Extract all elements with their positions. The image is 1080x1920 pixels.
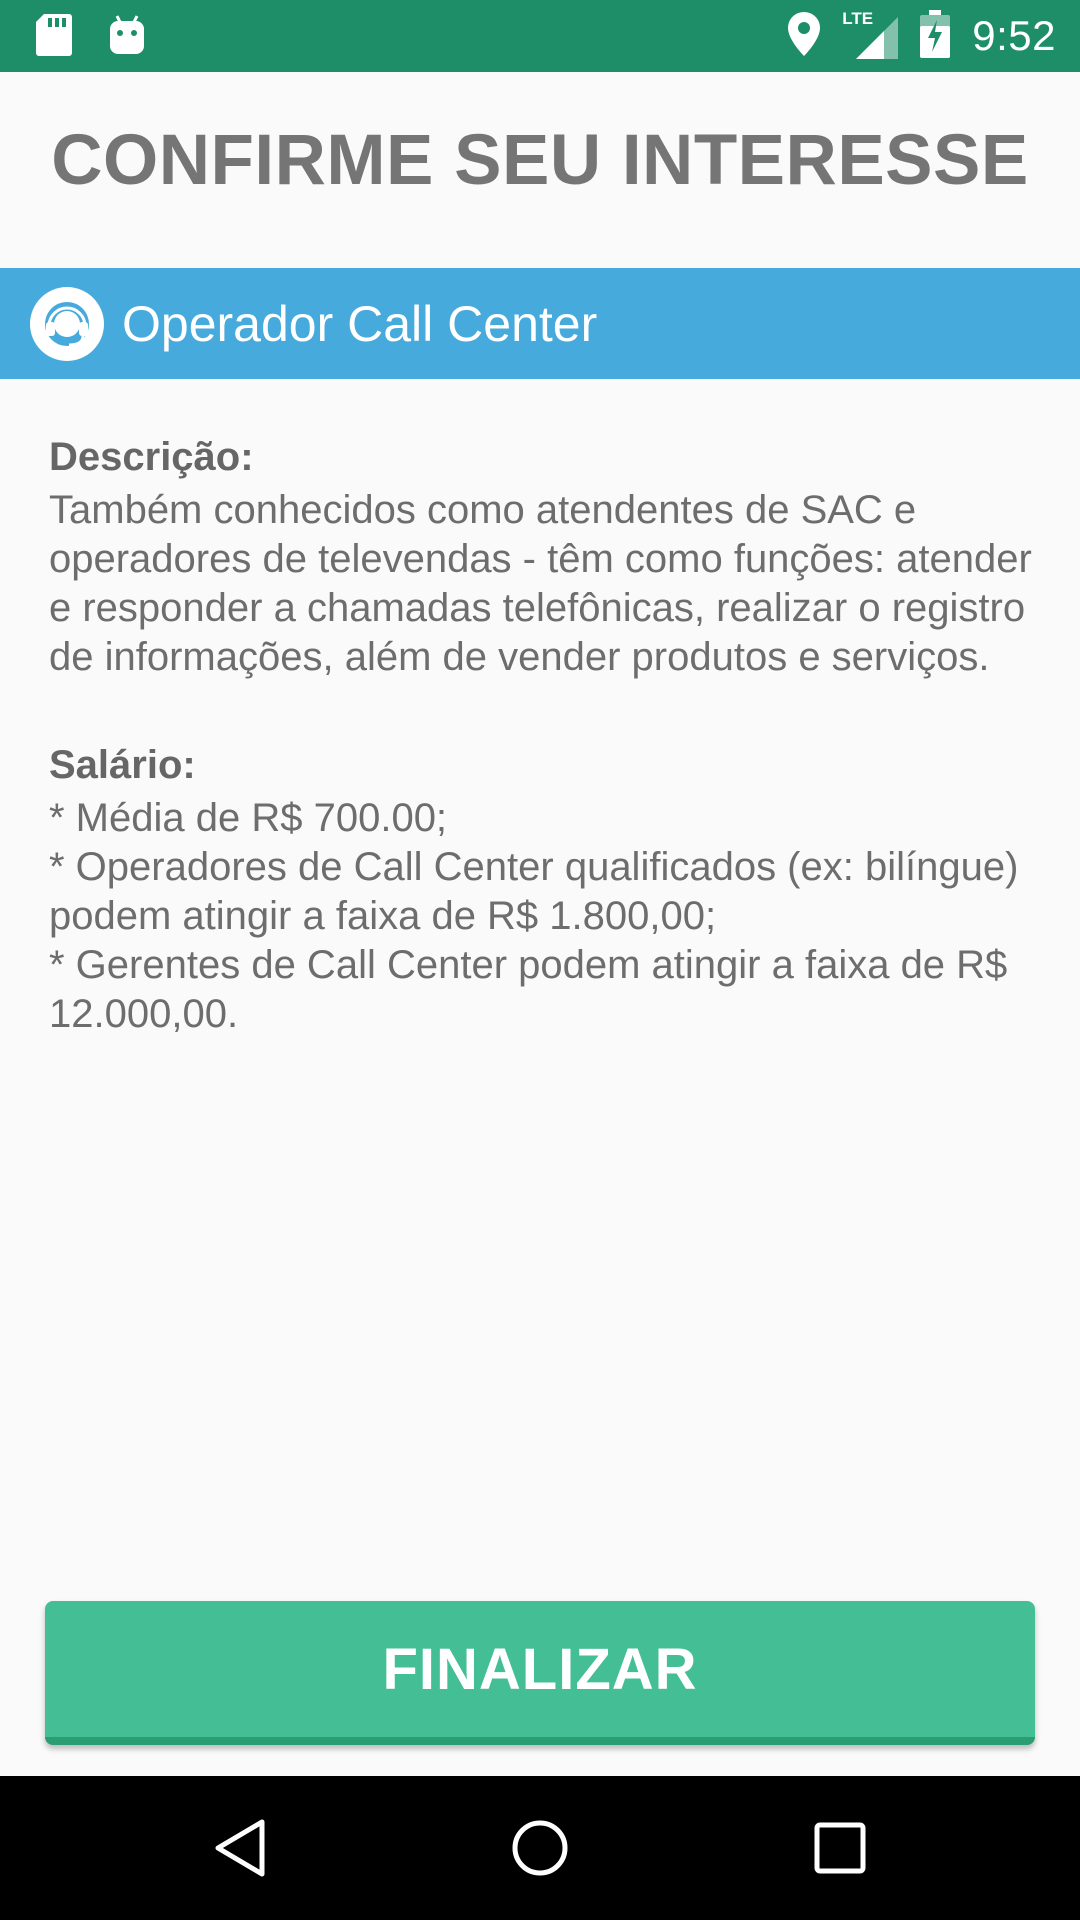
back-icon[interactable] [204,1812,276,1884]
salary-label: Salário: [49,743,196,787]
salary-section: Salário: * Média de R$ 700.00; * Operado… [49,740,1039,1039]
home-icon[interactable] [504,1812,576,1884]
description-text: Também conhecidos como atendentes de SAC… [49,488,1032,679]
page-title: CONFIRME SEU INTERESSE [51,121,1029,200]
sd-card-icon [36,14,72,60]
headset-icon [30,286,104,361]
status-bar: LTE 9:52 [0,0,1080,72]
recents-icon[interactable] [804,1812,876,1884]
job-header: Operador Call Center [0,268,1080,379]
screen: LTE 9:52 CONFIRME SEU INTERESSE Operador… [0,0,1080,1920]
salary-line: * Operadores de Call Center qualificados… [49,845,1019,938]
salary-line: * Gerentes de Call Center podem atingir … [49,943,1008,1036]
nav-bar [0,1776,1080,1920]
job-title: Operador Call Center [122,295,598,352]
location-icon [788,12,821,60]
battery-icon [920,10,951,62]
clock: 9:52 [972,12,1056,59]
salary-line: * Média de R$ 700.00; [49,796,448,840]
signal-icon: LTE [842,9,899,59]
description-label: Descrição: [49,435,254,479]
job-details: Descrição: Também conhecidos como atende… [49,432,1039,1039]
finalize-button[interactable]: FINALIZAR [45,1601,1035,1745]
android-icon [108,14,146,60]
